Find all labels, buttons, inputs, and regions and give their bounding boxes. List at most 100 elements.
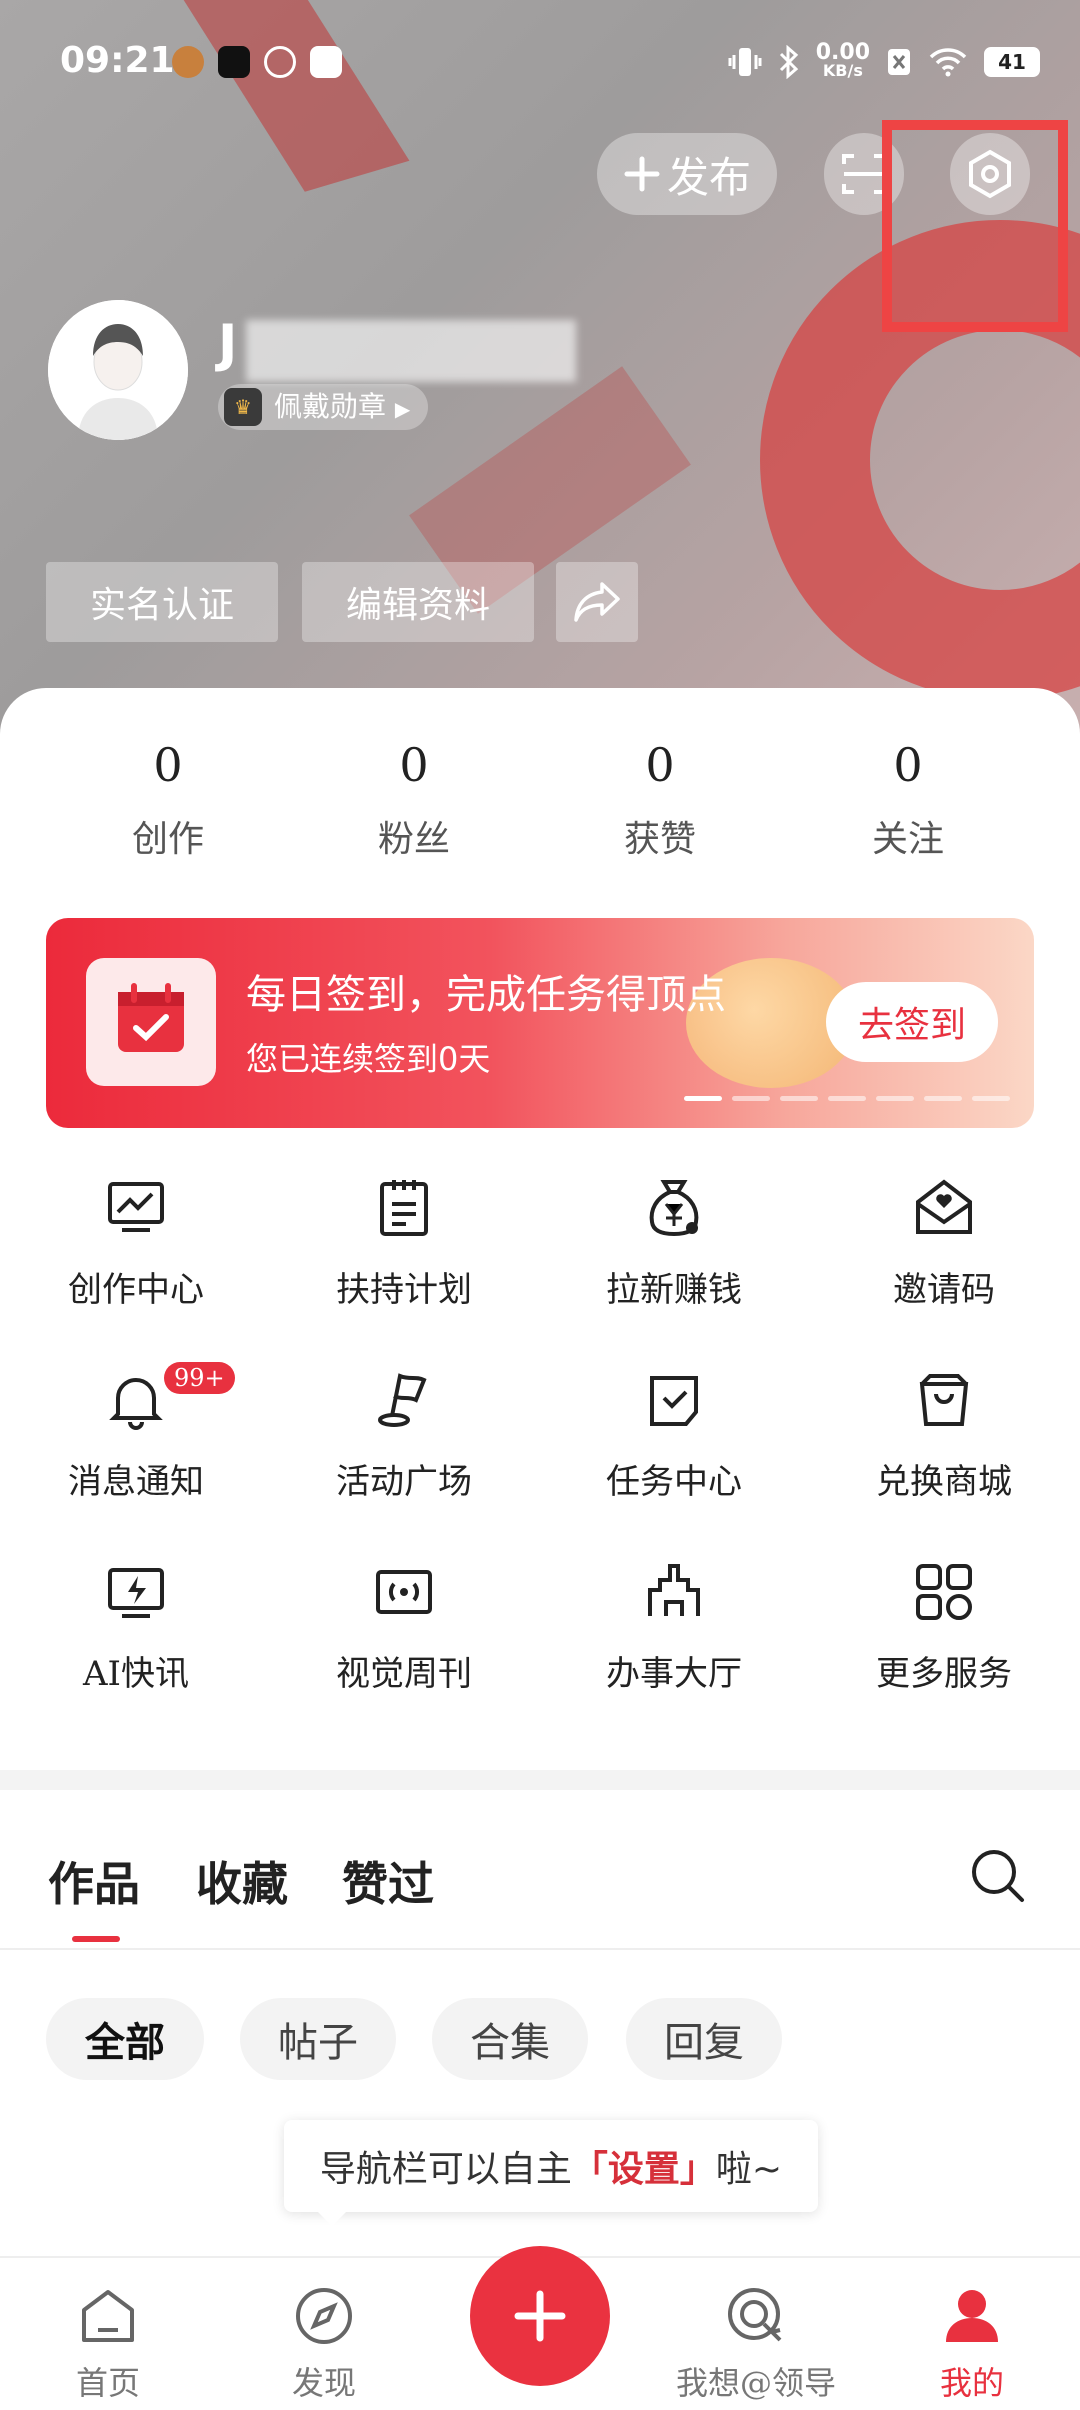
- stat-value: 0: [399, 738, 429, 792]
- status-bar: 09:21 0.00 KB/s 41: [0, 40, 1080, 90]
- bluetooth-icon: [779, 45, 798, 79]
- speech-target-icon: [728, 2288, 782, 2342]
- stat-value: 0: [893, 738, 923, 792]
- publish-button[interactable]: 发布: [597, 133, 777, 215]
- tab-liked[interactable]: 赞过: [342, 1848, 434, 1914]
- create-post-button[interactable]: [470, 2246, 610, 2386]
- network-speed-value: 0.00: [815, 40, 870, 65]
- task-check-icon: [650, 1376, 698, 1426]
- carousel-dot: [972, 1096, 1010, 1101]
- network-speed-unit: KB/s: [822, 61, 863, 80]
- app-notification-icon: [310, 46, 342, 78]
- network-speed: 0.00 KB/s: [815, 40, 870, 80]
- filter-chip-posts[interactable]: 帖子: [240, 1998, 396, 2080]
- checkin-button[interactable]: 去签到: [826, 982, 998, 1062]
- flag-icon: [378, 1373, 427, 1427]
- service-label: 视觉周刊: [336, 1654, 472, 1694]
- stat-fans[interactable]: 0 粉丝: [334, 738, 494, 862]
- battery-indicator: 41: [984, 47, 1040, 77]
- service-label: 邀请码: [893, 1270, 995, 1310]
- service-support-plan[interactable]: 扶持计划: [304, 1176, 504, 1336]
- nav-setting-tooltip[interactable]: 导航栏可以自主 「设置」 啦~: [284, 2120, 818, 2226]
- calendar-check-icon: [86, 958, 216, 1086]
- carousel-dot: [924, 1096, 962, 1101]
- carousel-dot: [876, 1096, 914, 1101]
- bell-icon: [109, 1378, 163, 1430]
- stat-label: 获赞: [623, 819, 696, 860]
- filter-chip-replies[interactable]: 回复: [626, 1998, 782, 2080]
- service-exchange-mall[interactable]: 兑换商城: [844, 1368, 1044, 1528]
- nav-me[interactable]: 我的: [892, 2258, 1052, 2410]
- stat-likes[interactable]: 0 获赞: [580, 738, 740, 862]
- service-label: 任务中心: [606, 1462, 742, 1502]
- checkin-subtitle: 您已连续签到0天: [246, 1040, 491, 1078]
- clipboard-icon: [380, 1180, 428, 1236]
- service-invite-earn[interactable]: 拉新赚钱: [574, 1176, 774, 1336]
- app-notification-icon: [172, 46, 204, 78]
- tab-favorites[interactable]: 收藏: [196, 1848, 288, 1914]
- carousel-dot: [780, 1096, 818, 1101]
- flash-monitor-icon: [108, 1568, 164, 1618]
- edit-profile-button[interactable]: 编辑资料: [302, 562, 534, 642]
- tab-divider: [0, 1948, 1080, 1950]
- service-invite-code[interactable]: 邀请码: [844, 1176, 1044, 1336]
- service-label: AI快讯: [83, 1654, 189, 1694]
- service-creation-center[interactable]: 创作中心: [36, 1176, 236, 1336]
- service-visual-weekly[interactable]: 视觉周刊: [304, 1560, 504, 1720]
- shopping-bag-icon: [919, 1374, 969, 1426]
- service-activity-square[interactable]: 活动广场: [304, 1368, 504, 1528]
- service-label: 更多服务: [876, 1654, 1012, 1694]
- notification-icons: [172, 46, 342, 78]
- publish-label: 发布: [666, 152, 751, 202]
- service-label: 创作中心: [68, 1270, 204, 1310]
- default-avatar-icon: [48, 300, 188, 440]
- active-tab-indicator: [72, 1936, 120, 1942]
- nav-label: 我的: [939, 2364, 1004, 2402]
- stat-creations[interactable]: 0 创作: [88, 738, 248, 862]
- home-icon: [82, 2290, 134, 2342]
- filter-chip-collections[interactable]: 合集: [432, 1998, 588, 2080]
- stat-label: 关注: [871, 819, 944, 860]
- envelope-heart-icon: [916, 1179, 972, 1234]
- service-task-center[interactable]: 任务中心: [574, 1368, 774, 1528]
- real-name-verify-button[interactable]: 实名认证: [46, 562, 278, 642]
- medal-icon: ♛: [224, 388, 262, 426]
- grid-icon: [916, 1564, 972, 1620]
- service-service-hall[interactable]: 办事大厅: [574, 1560, 774, 1720]
- vibrate-icon: [728, 48, 762, 76]
- service-more[interactable]: 更多服务: [844, 1560, 1044, 1720]
- building-icon: [648, 1564, 700, 1616]
- scan-icon: [842, 154, 886, 194]
- nav-message-leader[interactable]: 我想@领导: [672, 2258, 840, 2410]
- stat-value: 0: [645, 738, 675, 792]
- service-label: 兑换商城: [876, 1462, 1012, 1502]
- avatar[interactable]: [48, 300, 188, 440]
- service-label: 消息通知: [68, 1462, 204, 1502]
- tooltip-prefix: 导航栏可以自主: [319, 2149, 572, 2190]
- money-bag-icon: [649, 1180, 699, 1237]
- status-indicators: 0.00 KB/s 41: [728, 40, 1040, 80]
- broadcast-icon: [376, 1570, 432, 1614]
- app-notification-icon: [264, 46, 296, 78]
- nav-label: 发现: [291, 2364, 356, 2402]
- tiktok-icon: [218, 46, 250, 78]
- carousel-dot: [684, 1096, 722, 1101]
- service-ai-news[interactable]: AI快讯: [36, 1560, 236, 1720]
- plus-icon: [624, 156, 660, 192]
- search-icon[interactable]: [968, 1846, 1028, 1906]
- carousel-indicator: [684, 1096, 1010, 1101]
- filter-chip-all[interactable]: 全部: [46, 1998, 204, 2080]
- carousel-dot: [732, 1096, 770, 1101]
- user-icon: [946, 2290, 998, 2342]
- service-notifications[interactable]: 99+ 消息通知: [36, 1362, 236, 1528]
- nav-home[interactable]: 首页: [28, 2258, 188, 2410]
- nav-label: 首页: [75, 2364, 140, 2402]
- tab-works[interactable]: 作品: [48, 1848, 140, 1914]
- nav-discover[interactable]: 发现: [244, 2258, 404, 2410]
- checkin-banner[interactable]: 每日签到，完成任务得顶点 您已连续签到0天 去签到: [46, 918, 1034, 1128]
- share-button[interactable]: [556, 562, 638, 642]
- stat-following[interactable]: 0 关注: [828, 738, 988, 862]
- highlight-box: [882, 120, 1068, 332]
- wear-medal-button[interactable]: ♛ 佩戴勋章 ▶: [218, 384, 429, 430]
- sim-off-icon: [888, 49, 910, 75]
